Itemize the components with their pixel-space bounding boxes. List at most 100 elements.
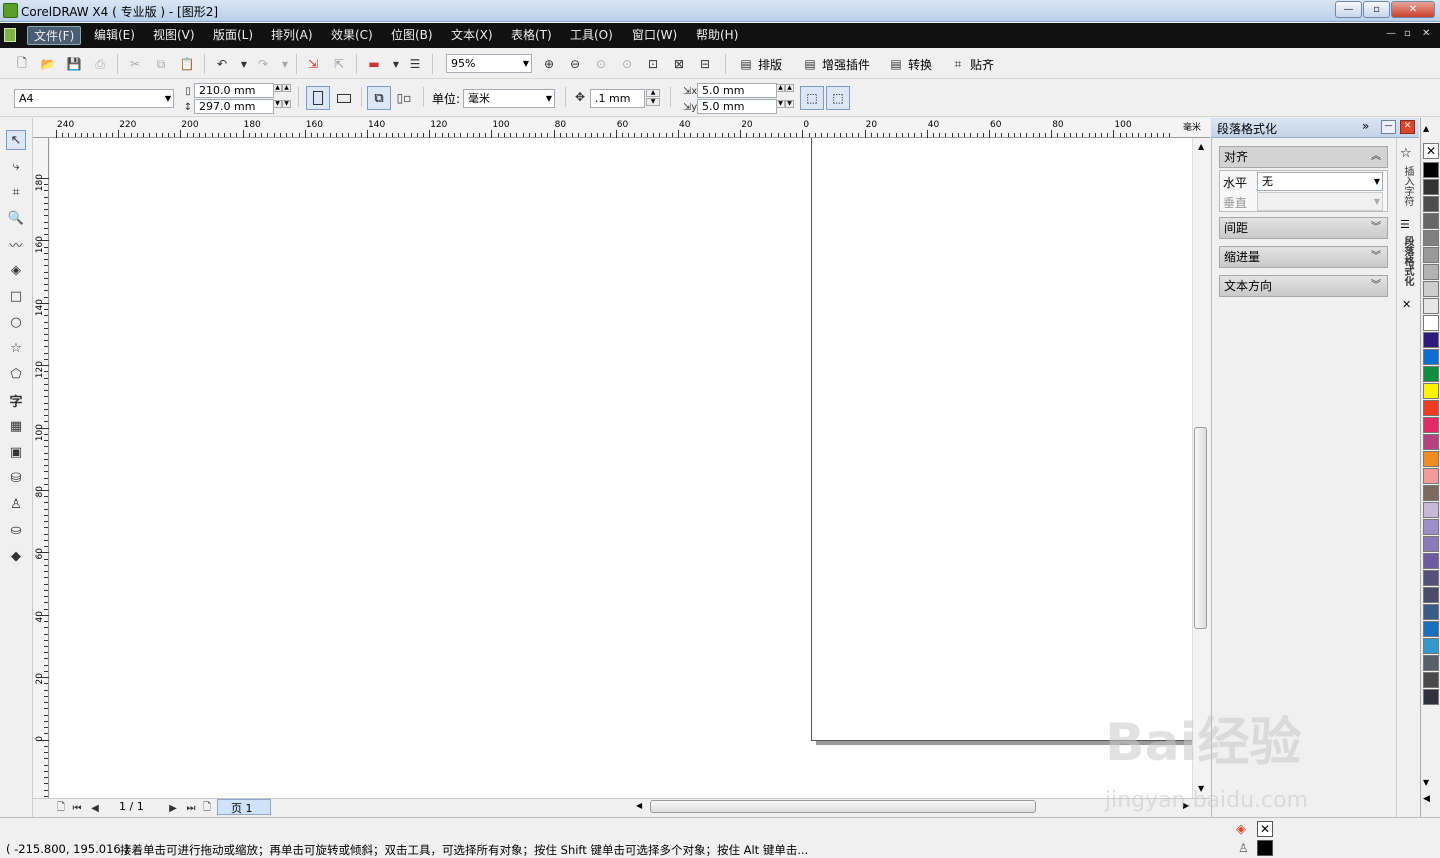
welcome-screen-icon[interactable]: ☰ <box>407 56 423 72</box>
dup-x-spin-icon[interactable]: ▲ <box>785 84 794 92</box>
text-tool-icon[interactable]: 字 <box>6 390 26 410</box>
nudge-distance-input[interactable]: .1 mm <box>590 89 645 108</box>
new-document-icon[interactable]: 🗋 <box>14 56 30 72</box>
docker-close-icon[interactable]: ✕ <box>1400 120 1415 134</box>
zoom-out-icon[interactable]: ⊖ <box>567 56 583 72</box>
color-swatch[interactable] <box>1423 196 1439 212</box>
interactive-blend-tool-icon[interactable]: ▣ <box>6 442 26 462</box>
scroll-up-icon[interactable]: ▲ <box>1198 142 1204 151</box>
outline-tool-icon[interactable]: ♙ <box>6 494 26 514</box>
menu-tools[interactable]: 工具(O) <box>564 26 619 45</box>
export-icon[interactable]: ⇱ <box>331 56 347 72</box>
zoom-tool-icon[interactable]: 🔍 <box>6 208 26 228</box>
close-button[interactable]: ✕ <box>1391 1 1435 18</box>
color-swatch[interactable] <box>1423 264 1439 280</box>
layout-toolbar-button[interactable]: 排版 <box>758 56 782 73</box>
minimize-button[interactable]: — <box>1335 1 1362 18</box>
nudge-down-icon[interactable]: ▼ <box>646 98 660 106</box>
rectangle-tool-icon[interactable]: □ <box>6 286 26 306</box>
tab-insert-character[interactable]: 插入字符 <box>1400 166 1415 206</box>
color-swatch[interactable] <box>1423 315 1439 331</box>
fill-tool-icon[interactable]: ⛀ <box>6 520 26 540</box>
interactive-fill-tool-icon[interactable]: ◆ <box>6 546 26 566</box>
align-section-header[interactable]: 对齐 ︽ <box>1219 146 1388 168</box>
color-swatch[interactable] <box>1423 655 1439 671</box>
color-swatch[interactable] <box>1423 468 1439 484</box>
menu-text[interactable]: 文本(X) <box>445 26 499 45</box>
fill-color-none-swatch[interactable]: ✕ <box>1257 821 1273 837</box>
redo-dropdown-icon[interactable]: ▼ <box>277 56 293 72</box>
copy-icon[interactable]: ⧉ <box>153 56 169 72</box>
height-spin-icon[interactable]: ▼ <box>273 100 282 108</box>
color-swatch[interactable] <box>1423 281 1439 297</box>
menu-help[interactable]: 帮助(H) <box>690 26 744 45</box>
zoom-selected-icon[interactable]: ⊙ <box>593 56 609 72</box>
print-icon[interactable]: ⎙ <box>92 56 108 72</box>
portrait-button[interactable] <box>306 86 330 110</box>
launcher-dropdown-icon[interactable]: ▼ <box>388 56 404 72</box>
drawing-page[interactable] <box>811 138 1192 741</box>
menu-edit[interactable]: 编辑(E) <box>88 26 141 45</box>
color-swatch[interactable] <box>1423 298 1439 314</box>
menu-effects[interactable]: 效果(C) <box>325 26 379 45</box>
no-color-swatch[interactable]: ✕ <box>1423 143 1439 159</box>
color-swatch[interactable] <box>1423 536 1439 552</box>
color-swatch[interactable] <box>1423 689 1439 705</box>
spacing-section-header[interactable]: 间距 ︾ <box>1219 217 1388 239</box>
color-swatch[interactable] <box>1423 179 1439 195</box>
zoom-page-height-icon[interactable]: ⊟ <box>697 56 713 72</box>
application-launcher-icon[interactable]: ▬ <box>366 56 382 72</box>
zoom-page-width-icon[interactable]: ⊠ <box>671 56 687 72</box>
page-height-input[interactable]: 297.0 mm <box>194 99 274 114</box>
next-page-icon[interactable]: ▶ <box>165 800 181 816</box>
menu-bitmaps[interactable]: 位图(B) <box>385 26 439 45</box>
snap-to-objects-button[interactable]: ⬚ <box>826 86 850 110</box>
width-spin-icon[interactable]: ▲ <box>282 84 291 92</box>
scroll-left-icon[interactable]: ◀ <box>636 801 642 810</box>
paste-icon[interactable]: 📋 <box>179 56 195 72</box>
vertical-scroll-thumb[interactable] <box>1194 427 1207 629</box>
horizontal-scroll-thumb[interactable] <box>650 800 1036 813</box>
nudge-up-icon[interactable]: ▲ <box>646 89 660 97</box>
color-swatch[interactable] <box>1423 553 1439 569</box>
duplicate-y-input[interactable]: 5.0 mm <box>697 99 777 114</box>
document-icon[interactable] <box>4 28 16 42</box>
color-swatch[interactable] <box>1423 383 1439 399</box>
dup-y-spin-icon[interactable]: ▼ <box>776 100 785 108</box>
ellipse-tool-icon[interactable]: ○ <box>6 312 26 332</box>
menu-layout[interactable]: 版面(L) <box>207 26 259 45</box>
vertical-ruler[interactable]: 180 160 140 120 100 80 60 40 20 0 <box>33 138 49 798</box>
freehand-tool-icon[interactable]: 〰 <box>6 234 26 254</box>
redo-icon[interactable]: ↷ <box>255 56 271 72</box>
vertical-align-combo[interactable]: ▼ <box>1257 192 1383 211</box>
outline-color-swatch[interactable] <box>1257 840 1273 856</box>
palette-scroll-up-icon[interactable]: ▲ <box>1423 124 1429 133</box>
landscape-button[interactable] <box>334 86 354 110</box>
color-swatch[interactable] <box>1423 485 1439 501</box>
indent-section-header[interactable]: 缩进量 ︾ <box>1219 246 1388 268</box>
add-page-after-icon[interactable]: 🗋 <box>199 800 215 816</box>
menu-arrange[interactable]: 排列(A) <box>265 26 319 45</box>
doc-minimize-icon[interactable]: — <box>1386 28 1396 39</box>
basic-shapes-tool-icon[interactable]: ⬠ <box>6 364 26 384</box>
color-swatch[interactable] <box>1423 604 1439 620</box>
height-spin-icon[interactable]: ▼ <box>282 100 291 108</box>
crop-tool-icon[interactable]: ⌗ <box>6 182 26 202</box>
color-swatch[interactable] <box>1423 213 1439 229</box>
color-swatch[interactable] <box>1423 621 1439 637</box>
color-swatch[interactable] <box>1423 349 1439 365</box>
plugin-toolbar-button[interactable]: 增强插件 <box>822 56 870 73</box>
add-page-before-icon[interactable]: 🗋 <box>53 800 69 816</box>
color-swatch[interactable] <box>1423 434 1439 450</box>
docker-expand-icon[interactable]: » <box>1362 119 1369 133</box>
first-page-icon[interactable]: ⏮ <box>69 800 85 816</box>
shape-tool-icon[interactable]: ⤷ <box>6 156 26 176</box>
palette-scroll-down-icon[interactable]: ▼ <box>1423 778 1429 787</box>
cut-icon[interactable]: ✂ <box>127 56 143 72</box>
maximize-button[interactable]: ▫ <box>1363 1 1390 18</box>
color-swatch[interactable] <box>1423 400 1439 416</box>
close-tab-icon[interactable]: ✕ <box>1402 298 1411 311</box>
dup-y-spin-icon[interactable]: ▼ <box>785 100 794 108</box>
table-tool-icon[interactable]: ▦ <box>6 416 26 436</box>
polygon-tool-icon[interactable]: ☆ <box>6 338 26 358</box>
